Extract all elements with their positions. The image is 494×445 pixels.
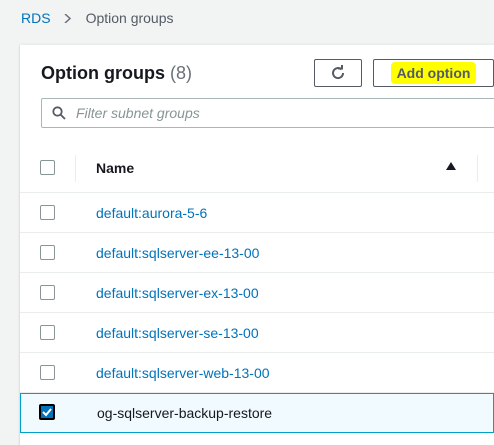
table-row-selected[interactable]: og-sqlserver-backup-restore <box>20 393 494 433</box>
search-icon <box>52 106 66 120</box>
table-row[interactable]: default:sqlserver-ee-13-00 <box>20 233 494 273</box>
column-divider <box>75 155 76 182</box>
page-title: Option groups (8) <box>41 63 192 84</box>
breadcrumb-rds-link[interactable]: RDS <box>21 10 51 26</box>
column-header-name[interactable]: Name <box>96 160 134 176</box>
select-all-checkbox[interactable] <box>40 160 55 175</box>
option-groups-panel: Option groups (8) Add option Name defaul… <box>20 44 494 445</box>
chevron-right-icon <box>64 13 71 23</box>
row-checkbox[interactable] <box>40 325 55 340</box>
option-group-link[interactable]: default:sqlserver-ee-13-00 <box>96 245 259 261</box>
row-checkbox[interactable] <box>40 365 55 380</box>
add-option-button-label: Add option <box>390 62 477 84</box>
add-option-button[interactable]: Add option <box>373 59 494 87</box>
row-checkbox[interactable] <box>40 205 55 220</box>
option-group-link[interactable]: default:sqlserver-web-13-00 <box>96 365 270 381</box>
option-group-link[interactable]: default:aurora-5-6 <box>96 205 207 221</box>
search-input[interactable] <box>74 104 458 122</box>
sort-ascending-icon[interactable] <box>446 162 456 170</box>
checkbox-checked-icon[interactable] <box>39 404 55 420</box>
option-group-link[interactable]: default:sqlserver-se-13-00 <box>96 325 259 341</box>
table-row[interactable]: default:sqlserver-se-13-00 <box>20 313 494 353</box>
row-checkbox[interactable] <box>40 245 55 260</box>
breadcrumb: RDS Option groups <box>0 0 494 36</box>
refresh-button[interactable] <box>314 59 362 87</box>
table-header: Name <box>20 145 494 193</box>
refresh-icon <box>332 65 345 80</box>
panel-title-text: Option groups <box>41 63 165 83</box>
search-field[interactable] <box>41 98 494 128</box>
option-group-name[interactable]: og-sqlserver-backup-restore <box>97 405 272 421</box>
table-row[interactable]: default:sqlserver-ex-13-00 <box>20 273 494 313</box>
row-checkbox[interactable] <box>40 285 55 300</box>
option-groups-table: Name default:aurora-5-6 default:sqlserve… <box>20 145 494 433</box>
table-row[interactable]: default:sqlserver-web-13-00 <box>20 353 494 393</box>
breadcrumb-current: Option groups <box>85 10 174 26</box>
option-group-link[interactable]: default:sqlserver-ex-13-00 <box>96 285 259 301</box>
panel-count: (8) <box>170 63 192 83</box>
table-row[interactable]: default:aurora-5-6 <box>20 193 494 233</box>
column-divider <box>477 155 478 182</box>
